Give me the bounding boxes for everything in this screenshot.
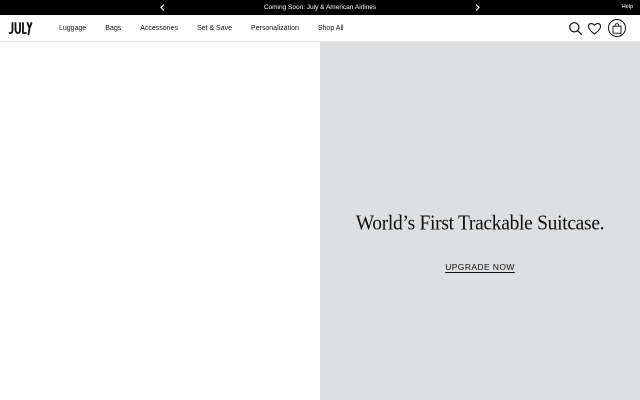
- primary-menu: Luggage Bags Accessories Set & Save Pers…: [59, 15, 363, 42]
- announcement-text: Coming Soon: July & American Airlines: [263, 4, 377, 11]
- menu-item-personalization[interactable]: Personalization: [251, 25, 299, 32]
- menu-item-accessories[interactable]: Accessories: [140, 25, 178, 32]
- hero-promo-panel: World’s First Trackable Suitcase. UPGRAD…: [320, 42, 640, 400]
- july-logo-wordmark: [8, 22, 33, 36]
- menu-item-bags[interactable]: Bags: [105, 25, 121, 32]
- july-logo[interactable]: [8, 20, 33, 37]
- help-link[interactable]: Help: [622, 0, 633, 15]
- next-announcement-button[interactable]: [471, 0, 483, 15]
- hero-image-panel: [0, 42, 320, 400]
- heart-icon: [587, 23, 602, 35]
- hero-title: World’s First Trackable Suitcase.: [355, 212, 605, 235]
- upgrade-now-link-wrapper: UPGRADE NOW: [320, 262, 640, 272]
- chevron-left-icon: [159, 4, 164, 11]
- upgrade-now-link[interactable]: UPGRADE NOW: [445, 262, 515, 272]
- announcement-bar: Coming Soon: July & American Airlines He…: [0, 0, 640, 15]
- menu-item-luggage[interactable]: Luggage: [59, 25, 86, 32]
- wishlist-button[interactable]: [587, 21, 602, 36]
- previous-announcement-button[interactable]: [156, 0, 168, 15]
- menu-item-shop-all[interactable]: Shop All: [318, 25, 344, 32]
- menu-item-set-and-save[interactable]: Set & Save: [197, 25, 232, 32]
- main-navigation: Luggage Bags Accessories Set & Save Pers…: [0, 15, 640, 42]
- shopping-bag-icon: [612, 22, 622, 34]
- search-icon: [569, 22, 583, 36]
- chevron-right-icon: [475, 4, 480, 11]
- search-button[interactable]: [568, 21, 583, 36]
- cart-button[interactable]: [608, 19, 626, 37]
